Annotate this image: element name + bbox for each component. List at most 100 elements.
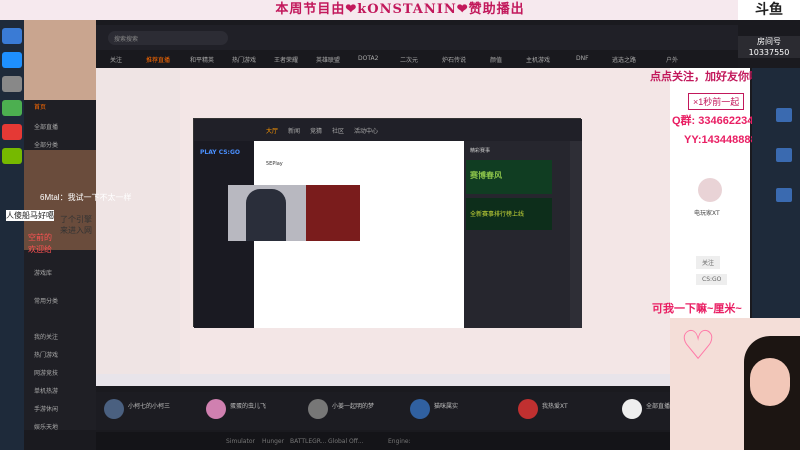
app-icon[interactable] xyxy=(776,108,792,122)
sidebar-item-follow[interactable]: 我的关注 xyxy=(34,332,58,341)
client-scrollbar[interactable] xyxy=(570,141,582,328)
player-photo xyxy=(228,185,360,241)
chat-text: 我试一下不太一样 xyxy=(67,193,132,202)
sidebar-item-entertain[interactable]: 娱乐天地 xyxy=(34,422,58,431)
sidebar-item-home[interactable]: 首页 xyxy=(34,102,46,111)
game-link[interactable]: BATTLEGR... xyxy=(290,438,326,445)
tab-outdoor[interactable]: 户外 xyxy=(666,55,678,64)
tab-hot-games[interactable]: 热门游戏 xyxy=(232,55,256,64)
streamer-face-camera: ♡ xyxy=(670,318,800,450)
heart-caption: 可我一下嘛~厘米~ xyxy=(652,303,742,315)
card-title: 小姜一起明的梦 xyxy=(332,403,375,410)
tab-lol[interactable]: 英雄联盟 xyxy=(316,55,340,64)
tab-peace[interactable]: 和平精英 xyxy=(190,55,214,64)
tab-recommend[interactable]: 推荐直播 xyxy=(146,55,170,64)
chat-line-5: 欢迎给 xyxy=(28,245,52,254)
card-title: 蛋蛋的虫儿飞 xyxy=(230,403,267,410)
douyu-logo: 斗鱼 xyxy=(738,0,800,20)
tab-beauty[interactable]: 颜值 xyxy=(490,55,502,64)
recommend-card[interactable]: 蛋蛋的虫儿飞 xyxy=(202,396,302,426)
sidebar-item-live[interactable]: 全部直播 xyxy=(34,122,58,131)
app-icon[interactable] xyxy=(2,100,22,116)
app-icon[interactable] xyxy=(776,148,792,162)
level-badge: CS:GO xyxy=(696,274,728,285)
qq-group-text: Q群: 334662234 xyxy=(672,115,754,127)
follow-overlay-text: 点点关注，加好友你哦~ xyxy=(650,71,767,83)
ie-icon[interactable] xyxy=(2,52,22,68)
play-csgo-button[interactable]: PLAY CS:GO xyxy=(200,149,240,156)
tab-escape[interactable]: 逃选之路 xyxy=(612,55,636,64)
team-logo-bg xyxy=(306,185,360,241)
tab-honor[interactable]: 王者荣耀 xyxy=(274,55,298,64)
room-number: 10337550 xyxy=(748,48,790,57)
computer-icon[interactable] xyxy=(2,28,22,44)
sidebar-item-esports[interactable]: 网游竞技 xyxy=(34,368,58,377)
right-desktop-icons xyxy=(752,68,800,318)
recommend-card[interactable]: 猫咪属实 xyxy=(406,396,506,426)
streamer-camera-top xyxy=(24,20,96,100)
tab-dnf[interactable]: DNF xyxy=(576,55,589,62)
sponsor-banner: 本周节目由❤kONSTANIN❤赞助播出 xyxy=(0,0,800,20)
app-title-bar: 斗鱼 搜索搜索 xyxy=(24,25,738,50)
gift-overlay-text: ×1秒前一起 xyxy=(688,93,745,110)
game-link[interactable]: Simulator xyxy=(226,438,255,445)
client-tab-news[interactable]: 新闻 xyxy=(288,126,300,135)
chat-line-2: 了个引擎 xyxy=(60,215,92,224)
client-tab-lobby[interactable]: 大厅 xyxy=(266,126,278,135)
app-icon[interactable] xyxy=(2,124,22,140)
windows-taskbar xyxy=(96,374,738,386)
tab-console[interactable]: 主机游戏 xyxy=(526,55,550,64)
chat-line-1: 人傻船马好噶 xyxy=(6,210,54,221)
promo-banner-2[interactable]: 全新赛事排行榜上线 xyxy=(466,198,552,230)
card-title: 猫咪属实 xyxy=(434,403,459,410)
avatar xyxy=(308,399,328,419)
desktop-icons-column xyxy=(0,20,24,450)
chat-overlay-area xyxy=(96,68,180,384)
recommend-card[interactable]: 小姜一起明的梦 xyxy=(304,396,404,426)
room-label: 房间号 xyxy=(757,37,781,46)
yy-channel-text: YY:1434488886 xyxy=(684,134,763,146)
tab-acg[interactable]: 二次元 xyxy=(400,55,418,64)
sidebar-item-hot[interactable]: 热门游戏 xyxy=(34,350,58,359)
client-tab-events[interactable]: 活动中心 xyxy=(354,126,378,135)
sidebar-item-category[interactable]: 全部分类 xyxy=(34,140,58,149)
promo-1-text: 赛博春风 xyxy=(470,171,502,180)
app-icon[interactable] xyxy=(776,188,792,202)
game-link[interactable]: Hunger xyxy=(262,438,284,445)
post-author: 5EPlay xyxy=(266,161,283,167)
promo-banner-1[interactable]: 赛博春风 xyxy=(466,160,552,194)
game-link[interactable]: Global Off... xyxy=(328,438,364,445)
folder-icon[interactable] xyxy=(2,76,22,92)
avatar xyxy=(206,399,226,419)
avatar xyxy=(410,399,430,419)
promo-2-text: 全新赛事排行榜上线 xyxy=(470,211,525,218)
recommend-card[interactable]: 我热爱XT xyxy=(514,396,614,426)
chat-line-3: 来进入网 xyxy=(60,226,92,235)
follow-button[interactable]: 关注 xyxy=(696,256,721,269)
streamer-name: 电玩家XT xyxy=(694,210,720,217)
events-heading: 精彩赛事 xyxy=(470,148,491,154)
sidebar-item-single[interactable]: 单机热游 xyxy=(34,386,58,395)
nvidia-icon[interactable] xyxy=(2,148,22,164)
category-tabs: 关注 推荐直播 和平精英 热门游戏 王者荣耀 英雄联盟 DOTA2 二次元 炉石… xyxy=(96,50,738,68)
search-input[interactable]: 搜索搜索 xyxy=(108,31,228,45)
recommend-card[interactable]: 小柯七的小柯三 xyxy=(100,396,200,426)
face-shape xyxy=(750,358,790,406)
client-topbar: 大厅 新闻 竞猜 社区 活动中心 xyxy=(194,119,582,141)
tab-follow[interactable]: 关注 xyxy=(110,55,122,64)
avatar xyxy=(622,399,642,419)
sidebar-item-mobile[interactable]: 手游休闲 xyxy=(34,404,58,413)
player-figure xyxy=(246,189,286,241)
client-tab-community[interactable]: 社区 xyxy=(332,126,344,135)
client-tab-quiz[interactable]: 竞猜 xyxy=(310,126,322,135)
tab-hearthstone[interactable]: 炉石传说 xyxy=(442,55,466,64)
bottom-game-bar: Simulator Hunger BATTLEGR... Global Off.… xyxy=(96,432,738,450)
sidebar-item-common[interactable]: 常用分类 xyxy=(34,296,58,305)
streamer-avatar[interactable] xyxy=(698,178,722,202)
game-link[interactable]: Engine: xyxy=(388,438,411,445)
chat-line-0: 6Mtal：我试一下不太一样 xyxy=(40,193,132,202)
sidebar-item-library[interactable]: 游戏库 xyxy=(34,268,52,277)
card-title: 小柯七的小柯三 xyxy=(128,403,171,410)
tab-dota2[interactable]: DOTA2 xyxy=(358,55,378,62)
chat-user: 6Mtal xyxy=(40,193,60,202)
